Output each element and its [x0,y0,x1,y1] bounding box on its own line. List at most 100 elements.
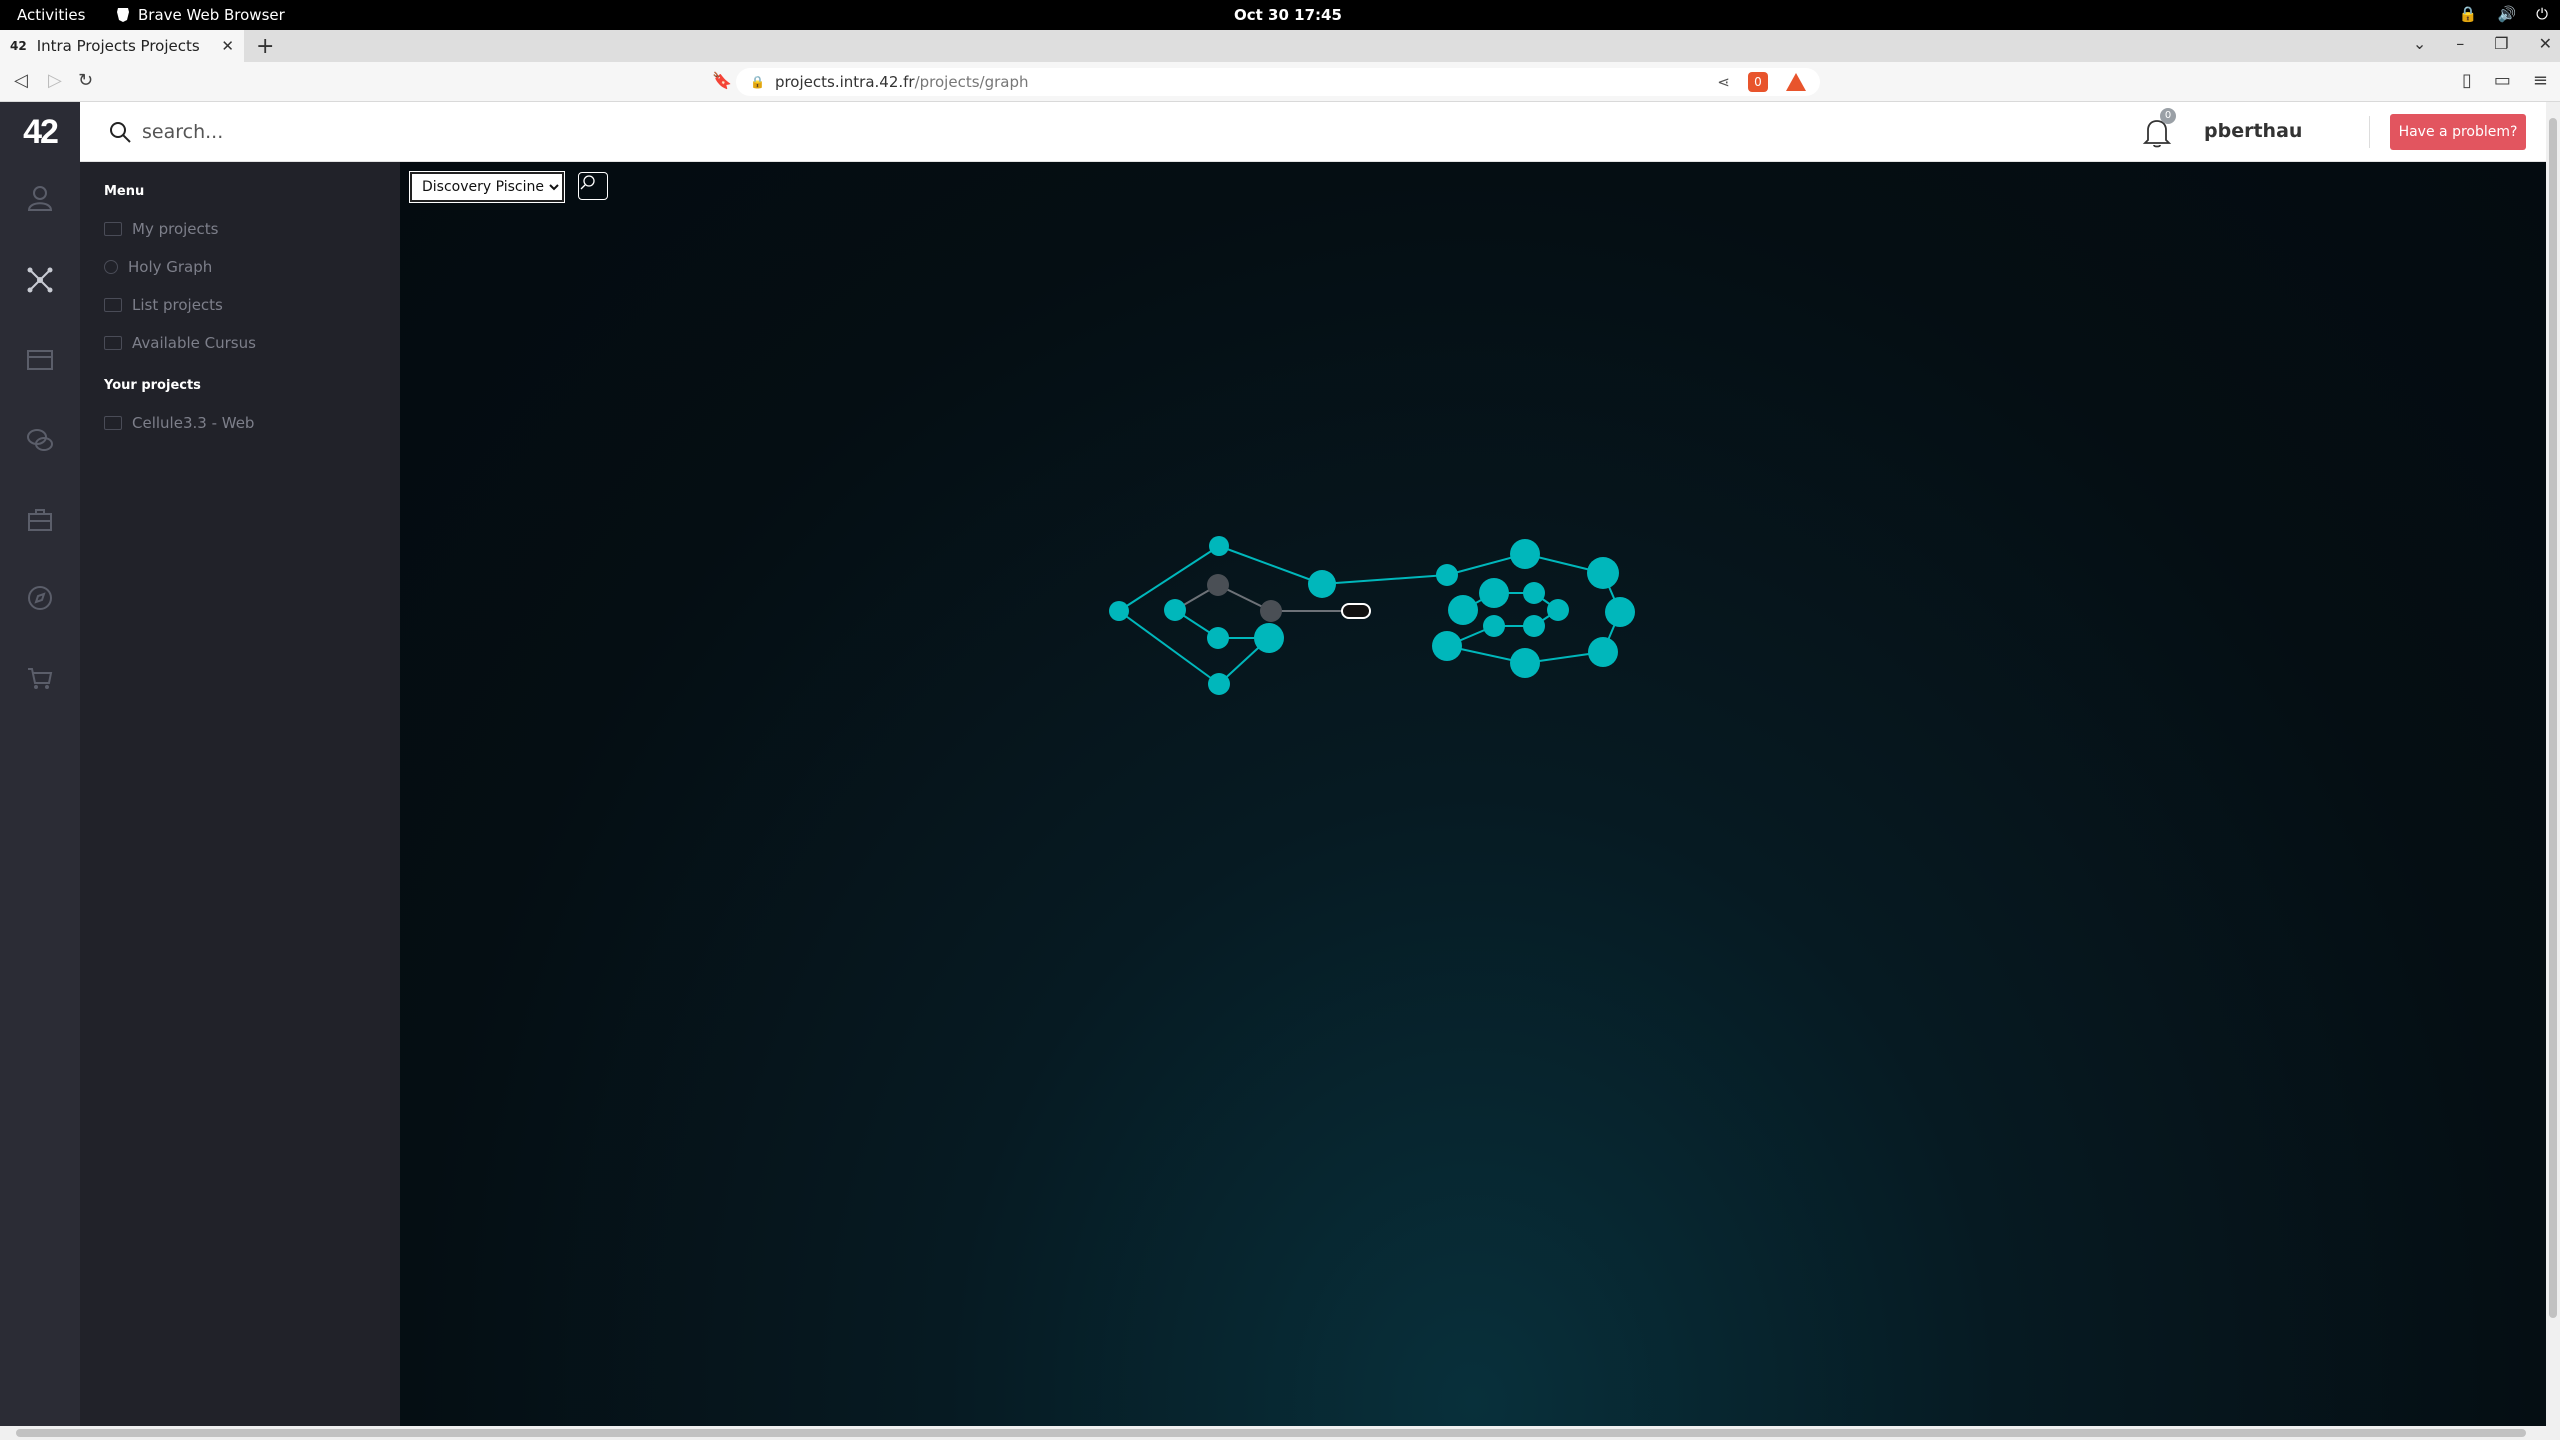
graph-project-node[interactable] [1436,564,1458,586]
graph-project-node[interactable] [1164,599,1186,621]
your-projects-heading: Your projects [104,378,201,393]
graph-icon [104,260,118,274]
tab-title: Intra Projects Projects [36,37,200,55]
tab-strip: 42 Intra Projects Projects ✕ + ⌄ – ❐ ✕ [0,30,2560,62]
search-icon [110,122,131,143]
active-app[interactable]: Brave Web Browser [116,6,285,24]
projects-graph-icon[interactable] [22,262,58,298]
search-input[interactable] [140,116,740,148]
web-page: 42 0 pberthau Have a problem? M [0,102,2560,1430]
graph-project-node[interactable] [1483,615,1505,637]
tab-intra-projects[interactable]: 42 Intra Projects Projects ✕ [0,30,244,62]
graph-project-node[interactable] [1308,570,1336,598]
horizontal-scrollbar[interactable] [0,1426,2560,1440]
menu-item-label: Available Cursus [132,334,256,352]
menu-item-holy-graph[interactable]: Holy Graph [104,258,212,276]
volume-icon: 🔊 [2497,5,2517,23]
list-icon [104,298,122,312]
padlock-icon: 🔒 [750,75,765,89]
graph-project-node[interactable] [1547,599,1569,621]
scroll-thumb[interactable] [16,1429,2526,1437]
power-icon: ⏻ [2536,5,2548,23]
graph-project-node[interactable] [1208,673,1230,695]
menu-icon[interactable]: ≡ [2533,70,2548,91]
menu-item-my-projects[interactable]: My projects [104,220,218,238]
tab-search-icon[interactable]: ⌄ [2413,34,2426,53]
graph-exam-node[interactable] [1341,603,1371,619]
brave-shields-icon[interactable]: 0 [1748,72,1768,92]
logo-42[interactable]: 42 [0,102,80,162]
graph-project-node[interactable] [1523,615,1545,637]
new-tab-button[interactable]: + [256,34,274,59]
clock[interactable]: Oct 30 17:45 [1234,6,1342,24]
share-icon[interactable]: ⋖ [1717,73,1730,91]
window-controls: ⌄ – ❐ ✕ [2413,34,2552,53]
graph-project-node[interactable] [1432,631,1462,661]
close-window-icon[interactable]: ✕ [2539,34,2552,53]
menu-item-label: Holy Graph [128,258,213,276]
project-item-cellule[interactable]: Cellule3.3 - Web [104,414,254,432]
menu-item-available-cursus[interactable]: Available Cursus [104,334,256,352]
reload-icon[interactable]: ↻ [78,70,93,91]
minimize-icon[interactable]: – [2456,34,2464,53]
graph-locked-node[interactable] [1260,600,1282,622]
graph-edge [1218,545,1323,585]
system-top-bar: Activities Brave Web Browser Oct 30 17:4… [0,0,2560,30]
maximize-icon[interactable]: ❐ [2494,34,2508,53]
left-icon-bar: 42 [0,102,80,1428]
wallet-icon[interactable]: ▭ [2494,70,2511,91]
header-divider [2369,116,2370,148]
menu-item-list-projects[interactable]: List projects [104,296,223,314]
activities-button[interactable]: Activities [17,6,85,24]
graph-project-node[interactable] [1587,557,1619,589]
active-app-name: Brave Web Browser [138,6,285,24]
vertical-scrollbar[interactable] [2546,102,2560,1430]
menu-item-label: My projects [132,220,219,238]
project-graph[interactable] [400,162,2546,1428]
menu-heading: Menu [104,184,145,199]
graph-project-node[interactable] [1523,582,1545,604]
profile-icon[interactable] [22,180,58,216]
lock-icon: 🔒 [2458,5,2478,23]
scroll-thumb[interactable] [2549,118,2557,1318]
graph-project-node[interactable] [1479,578,1509,608]
username[interactable]: pberthau [2204,120,2302,142]
sidebar-toggle-icon[interactable]: ▯ [2462,70,2472,91]
notification-count-badge: 0 [2160,108,2176,124]
project-item-label: Cellule3.3 - Web [132,414,255,432]
graph-project-node[interactable] [1109,601,1129,621]
graph-project-node[interactable] [1605,597,1635,627]
have-a-problem-button[interactable]: Have a problem? [2390,114,2526,150]
brave-rewards-icon[interactable] [1786,73,1806,91]
graph-project-node[interactable] [1510,648,1540,678]
graph-project-node[interactable] [1254,623,1284,653]
browser-toolbar: ◁ ▷ ↻ 🔖 🔒 projects.intra.42.fr/projects/… [0,62,2560,102]
companies-icon[interactable] [22,502,58,538]
holy-graph-canvas[interactable]: Discovery Piscine [400,162,2546,1428]
graph-project-node[interactable] [1209,536,1229,556]
graph-locked-node[interactable] [1207,574,1229,596]
list-icon [104,336,122,350]
graph-project-node[interactable] [1510,539,1540,569]
favicon-42-icon: 42 [10,39,27,53]
back-icon[interactable]: ◁ [14,70,28,91]
compass-icon[interactable] [22,580,58,616]
brave-lion-icon [117,8,129,22]
shop-cart-icon[interactable] [22,660,58,696]
toolbar-right-buttons: ▯ ▭ ≡ [2462,70,2548,91]
menu-item-label: List projects [132,296,223,314]
graph-project-node[interactable] [1448,595,1478,625]
url-domain: projects.intra.42.fr [774,73,915,91]
graph-project-node[interactable] [1588,637,1618,667]
folder-icon [104,222,122,236]
elearning-icon[interactable] [22,342,58,378]
bookmark-icon[interactable]: 🔖 [712,71,732,90]
forward-icon[interactable]: ▷ [48,70,62,91]
graph-edge [1321,574,1448,585]
system-tray[interactable]: 🔒 🔊 ⏻ [2459,5,2548,23]
forum-icon[interactable] [22,422,58,458]
top-header: 0 pberthau Have a problem? [80,102,2546,162]
address-bar[interactable]: 🔒 projects.intra.42.fr/projects/graph ⋖ … [736,68,1820,96]
graph-project-node[interactable] [1207,627,1229,649]
tab-close-icon[interactable]: ✕ [221,37,234,55]
